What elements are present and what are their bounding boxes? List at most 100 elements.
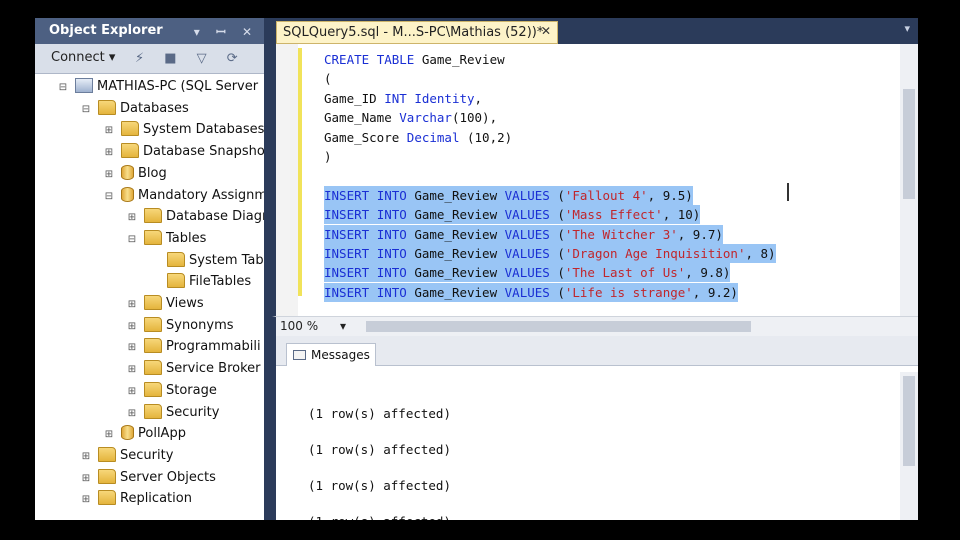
collapse-icon[interactable]: ⊟	[57, 77, 69, 98]
collapse-icon[interactable]: ⊟	[126, 229, 138, 250]
expand-icon[interactable]: ⊞	[103, 120, 115, 141]
tree-node[interactable]: ⊟ MATHIAS-PC (SQL Server	[57, 76, 258, 97]
folder-icon	[144, 338, 162, 354]
tree-node[interactable]: ⊞ System Databases	[103, 119, 264, 140]
code-line[interactable]: Game_Score Decimal (10,2)	[324, 128, 512, 147]
query-editor[interactable]: CREATE TABLE Game_Review(Game_ID INT Ide…	[272, 44, 918, 316]
code-line[interactable]: Game_Name Varchar(100),	[324, 108, 497, 127]
text-cursor-icon	[787, 183, 793, 201]
expand-icon[interactable]: ⊞	[80, 489, 92, 510]
scroll-thumb[interactable]	[366, 321, 751, 332]
database-icon	[121, 164, 134, 180]
expand-icon[interactable]: ⊞	[126, 381, 138, 402]
change-indicator-bar	[298, 48, 302, 296]
folder-icon	[98, 490, 116, 506]
tree-node[interactable]: ⊞ Server Objects	[80, 467, 216, 488]
expand-icon[interactable]: ⊞	[126, 337, 138, 358]
expand-icon[interactable]: ⊞	[126, 294, 138, 315]
tree-node-label: Views	[166, 296, 204, 311]
tree-node[interactable]: System Tabl	[149, 250, 264, 271]
folder-icon	[167, 273, 185, 289]
folder-icon	[144, 229, 162, 245]
tree-node-label: PollApp	[138, 426, 186, 442]
expand-icon[interactable]: ⊞	[103, 142, 115, 163]
message-icon	[293, 350, 306, 360]
folder-icon	[144, 208, 162, 224]
tree-node[interactable]: ⊞ Security	[80, 445, 173, 466]
zoom-level[interactable]: 100 % ▾	[280, 319, 346, 333]
results-pane: Messages (1 row(s) affected) (1 row(s) af…	[272, 336, 918, 520]
editor-vertical-scrollbar[interactable]	[900, 44, 918, 316]
code-line[interactable]: (	[324, 69, 332, 88]
chevron-down-icon[interactable]: ▾	[904, 22, 910, 35]
tree-node[interactable]: ⊟ Databases	[80, 98, 189, 119]
connect-button[interactable]: Connect ▾	[51, 50, 115, 65]
tree-node-label: MATHIAS-PC (SQL Server	[97, 79, 259, 94]
folder-icon	[144, 381, 162, 397]
code-line[interactable]: CREATE TABLE Game_Review	[324, 50, 505, 69]
object-explorer-panel: Object Explorer ▾ ꟷ ✕ Connect ▾ ⚡ ■ ▽ ⟳ …	[35, 18, 268, 520]
folder-icon	[98, 468, 116, 484]
code-line[interactable]: INSERT INTO Game_Review VALUES ('Dragon …	[324, 244, 776, 263]
scroll-thumb[interactable]	[903, 376, 915, 466]
tree-node[interactable]: ⊞ Programmabili	[126, 336, 261, 357]
folder-icon	[144, 403, 162, 419]
chevron-down-icon[interactable]: ▾	[340, 319, 346, 333]
tree-node-label: Database Diagr	[166, 209, 264, 225]
collapse-icon[interactable]: ⊟	[103, 186, 115, 207]
code-line[interactable]: INSERT INTO Game_Review VALUES ('Fallout…	[324, 185, 693, 205]
object-explorer-toolbar: Connect ▾ ⚡ ■ ▽ ⟳	[35, 44, 264, 74]
tree-node-label: Security	[120, 447, 174, 463]
expand-icon[interactable]: ⊞	[126, 359, 138, 380]
tree-node[interactable]: ⊞ Service Broker	[126, 358, 261, 379]
tree-node-label: Tables	[166, 230, 207, 246]
expand-icon[interactable]: ⊞	[126, 316, 138, 337]
code-line[interactable]: INSERT INTO Game_Review VALUES ('Mass Ef…	[324, 205, 701, 225]
code-line[interactable]: Game_ID INT Identity,	[324, 89, 482, 108]
tree-node[interactable]: ⊟ Mandatory Assignm	[103, 185, 264, 206]
tree-node-label: System Databases	[143, 122, 264, 138]
results-vertical-scrollbar[interactable]	[900, 372, 918, 520]
tree-node[interactable]: ⊞ Views	[126, 293, 204, 314]
expand-icon[interactable]: ⊞	[126, 207, 138, 228]
object-explorer-title-bar: Object Explorer ▾ ꟷ ✕	[35, 18, 264, 44]
tree-node[interactable]: ⊞ Storage	[126, 380, 217, 401]
tree-node[interactable]: ⊞ Blog	[103, 163, 167, 184]
tree-node[interactable]: ⊞ Synonyms	[126, 315, 234, 336]
tab-query-editor[interactable]: SQLQuery5.sql - M...S-PC\Mathias (52))* …	[276, 21, 558, 44]
folder-icon	[167, 251, 185, 267]
toolbar-icons[interactable]: ⚡ ■ ▽ ⟳	[135, 51, 246, 66]
close-icon[interactable]: ✕	[541, 24, 551, 38]
tree-node-label: Service Broker	[166, 361, 261, 377]
editor-tab-strip: SQLQuery5.sql - M...S-PC\Mathias (52))* …	[272, 18, 918, 44]
expand-icon[interactable]: ⊞	[126, 403, 138, 424]
tree-node[interactable]: ⊞ PollApp	[103, 423, 186, 444]
expand-icon[interactable]: ⊞	[103, 424, 115, 445]
tab-messages[interactable]: Messages	[286, 343, 376, 366]
expand-icon[interactable]: ⊞	[103, 164, 115, 185]
folder-icon	[98, 99, 116, 115]
tree-node[interactable]: FileTables	[149, 271, 251, 292]
result-message: (1 row(s) affected)	[308, 478, 451, 493]
editor-horizontal-scrollbar[interactable]: 100 % ▾	[272, 316, 918, 336]
code-line[interactable]: INSERT INTO Game_Review VALUES ('Life is…	[324, 282, 738, 302]
panel-window-buttons[interactable]: ▾ ꟷ ✕	[194, 23, 258, 40]
collapse-icon[interactable]: ⊟	[80, 99, 92, 120]
folder-icon	[121, 143, 139, 159]
tree-node-label: Synonyms	[166, 317, 234, 333]
tree-node-label: Storage	[166, 382, 217, 398]
tree-node[interactable]: ⊞ Database Snapshots	[103, 141, 264, 162]
code-line[interactable]: )	[324, 147, 332, 166]
tree-node[interactable]: ⊞ Replication	[80, 488, 192, 509]
object-explorer-title: Object Explorer	[49, 23, 163, 38]
tree-node[interactable]: ⊟ Tables	[126, 228, 206, 249]
expand-icon[interactable]: ⊞	[80, 468, 92, 489]
tab-label: SQLQuery5.sql - M...S-PC\Mathias (52))*	[283, 25, 544, 40]
code-line[interactable]: INSERT INTO Game_Review VALUES ('The Las…	[324, 263, 731, 283]
tree-node[interactable]: ⊞ Database Diagr	[126, 206, 264, 227]
expand-icon[interactable]: ⊞	[80, 446, 92, 467]
scroll-thumb[interactable]	[903, 89, 915, 199]
result-message: (1 row(s) affected)	[308, 442, 451, 457]
code-line[interactable]: INSERT INTO Game_Review VALUES ('The Wit…	[324, 224, 723, 244]
tree-node[interactable]: ⊞ Security	[126, 402, 219, 423]
